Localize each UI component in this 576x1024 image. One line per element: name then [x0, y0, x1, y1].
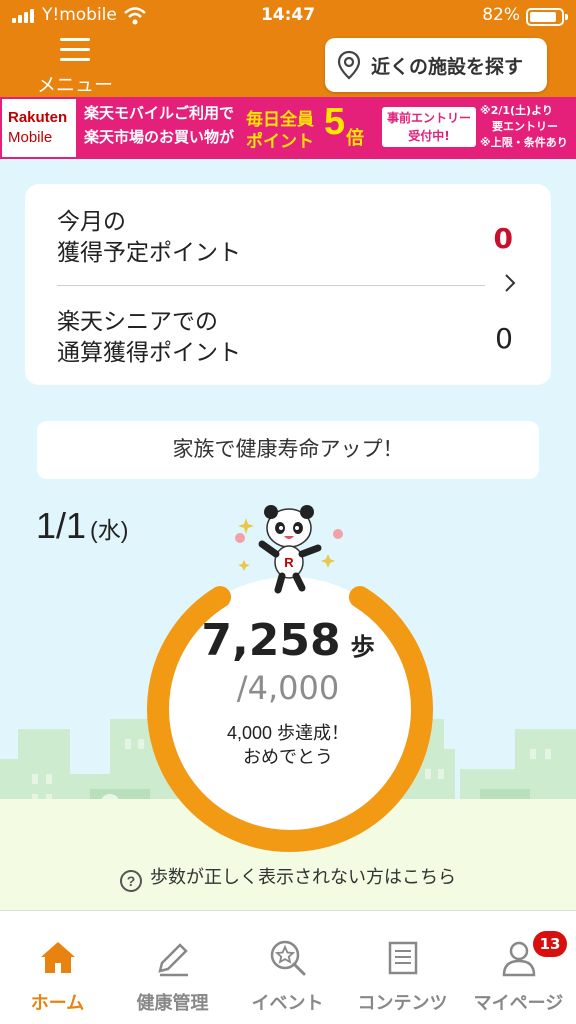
step-count: 7,258 歩: [0, 615, 576, 666]
nav-home-label: ホーム: [30, 993, 85, 1013]
notification-badge: 13: [533, 931, 567, 957]
step-goal: /4,000: [236, 669, 340, 707]
promo-banner[interactable]: Rakuten Mobile 楽天モバイルご利用で 楽天市場のお買い物が 毎日全…: [0, 97, 576, 159]
hamburger-icon: [60, 38, 90, 61]
find-facility-button[interactable]: 近くの施設を探す: [325, 38, 547, 92]
family-health-button[interactable]: 家族で健康寿命アップ！: [37, 421, 539, 479]
status-bar: Y!mobile 14:47 82%: [0, 0, 576, 32]
nav-health-label: 健康管理: [136, 993, 209, 1013]
total-points-value: 0: [495, 322, 513, 355]
total-points-row[interactable]: 楽天シニアでの 通算獲得ポイント 0: [57, 306, 513, 366]
menu-button[interactable]: メニュー: [30, 36, 120, 96]
main-content: 今月の 獲得予定ポイント 0 楽天シニアでの 通算獲得ポイント 0 家族で健康寿…: [0, 159, 576, 910]
app-header: Y!mobile 14:47 82% メニュー 近くの施設を探す: [0, 0, 576, 97]
pencil-icon: [158, 943, 188, 977]
progress-ring-svg: [147, 577, 433, 852]
question-icon: ?: [120, 870, 142, 892]
banner-note: ※2/1(土)より 要エントリー ※上限・条件あり: [480, 104, 568, 149]
svg-text:R: R: [284, 555, 294, 570]
rakuten-mobile-logo: Rakuten Mobile: [2, 99, 76, 157]
find-facility-label: 近くの施設を探す: [371, 56, 524, 78]
nav-mypage[interactable]: 13 マイページ: [461, 911, 576, 1024]
date-value: 1/1: [36, 505, 87, 546]
congrats-message: おめでとう: [243, 747, 333, 767]
panda-mascot-icon: R: [235, 505, 343, 594]
bottom-nav: ホーム 健康管理 イベント コンテンツ 13 マイページ: [0, 910, 576, 1024]
divider: [57, 285, 485, 286]
nav-home[interactable]: ホーム: [0, 911, 115, 1024]
nav-mypage-label: マイページ: [473, 993, 564, 1013]
monthly-points-row[interactable]: 今月の 獲得予定ポイント 0: [57, 206, 513, 276]
nav-health[interactable]: 健康管理: [115, 911, 230, 1024]
menu-label: メニュー: [36, 75, 113, 96]
step-progress-ring: [145, 564, 435, 854]
nav-contents[interactable]: コンテンツ: [345, 911, 460, 1024]
banner-entry-badge: 事前エントリー 受付中!: [382, 107, 476, 147]
total-points-label: 楽天シニアでの 通算獲得ポイント: [57, 308, 241, 365]
monthly-points-label: 今月の 獲得予定ポイント: [57, 208, 241, 265]
battery-icon: [526, 8, 568, 26]
banner-points: ポイント: [246, 132, 314, 152]
nav-event-label: イベント: [251, 993, 324, 1013]
banner-line1: 楽天モバイルご利用で: [84, 105, 235, 122]
step-count-value: 7,258: [201, 615, 341, 666]
achievement-message: 4,000 歩達成！: [226, 723, 350, 743]
battery-percent: 82%: [482, 5, 520, 25]
monthly-points-value: 0: [493, 222, 513, 255]
location-pin-icon: [337, 50, 361, 80]
chevron-right-icon[interactable]: [503, 272, 517, 294]
document-icon: [388, 941, 418, 975]
nav-contents-label: コンテンツ: [357, 993, 448, 1013]
banner-times: 倍: [346, 128, 364, 149]
nav-event[interactable]: イベント: [230, 911, 345, 1024]
banner-multiplier: 5: [324, 101, 346, 143]
home-icon: [41, 942, 75, 973]
step-help-link[interactable]: ? 歩数が正しく表示されない方はこちら: [0, 863, 576, 892]
points-card[interactable]: 今月の 獲得予定ポイント 0 楽天シニアでの 通算獲得ポイント 0: [25, 184, 551, 385]
step-help-label: 歩数が正しく表示されない方はこちら: [150, 867, 456, 887]
step-date: 1/1 (水): [36, 505, 128, 547]
event-search-icon: [270, 940, 306, 976]
step-unit: 歩: [350, 633, 375, 661]
weekday: (水): [90, 517, 129, 543]
banner-line2: 楽天市場のお買い物が: [84, 129, 235, 146]
